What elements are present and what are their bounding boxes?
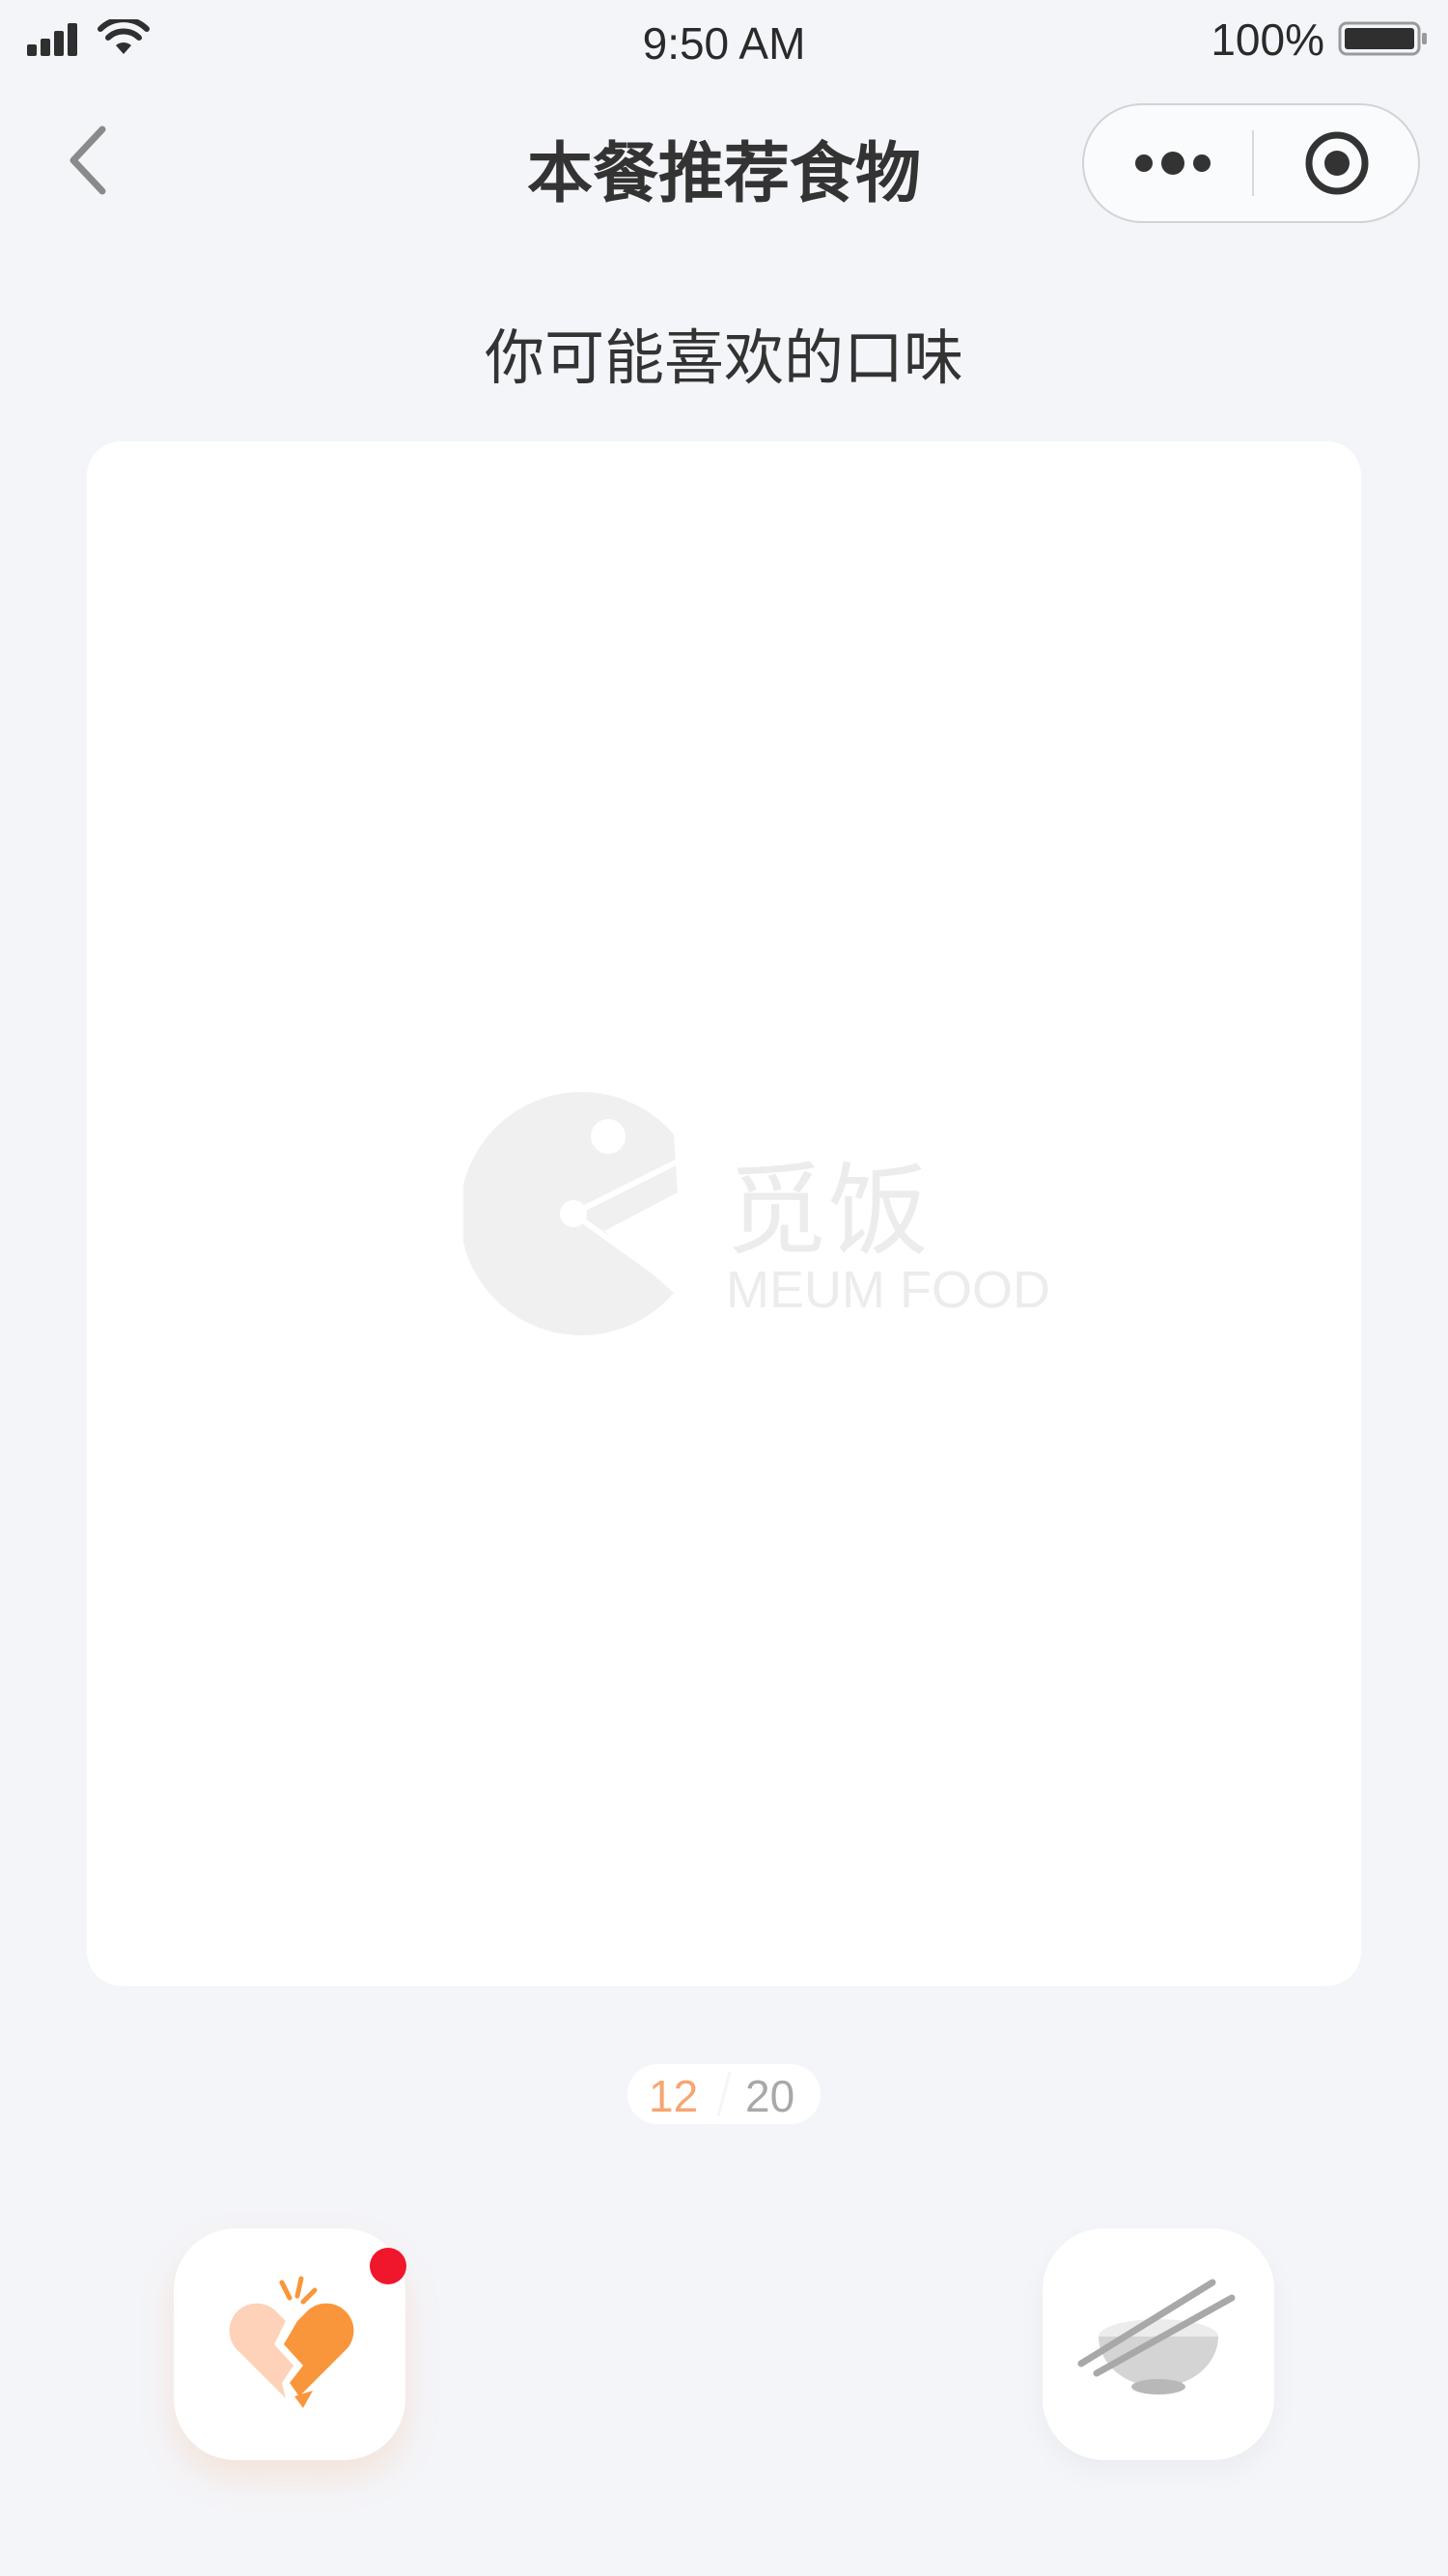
page-total: 20 xyxy=(745,2071,795,2121)
target-circle-icon xyxy=(1305,131,1369,195)
food-card[interactable]: 觅饭 MEUM FOOD xyxy=(87,441,1361,1986)
close-button[interactable] xyxy=(1254,105,1420,221)
placeholder-brand-en: MEUM FOOD xyxy=(726,1261,1050,1319)
page-indicator: 12 20 xyxy=(627,2064,821,2124)
eat-button[interactable] xyxy=(1043,2228,1274,2460)
more-dots-icon xyxy=(1135,152,1211,175)
mini-program-capsule xyxy=(1082,103,1420,223)
bowl-chopsticks-icon xyxy=(1077,2279,1236,2394)
slash-divider xyxy=(716,2071,732,2117)
nav-bar: 本餐推荐食物 xyxy=(0,87,1448,232)
app-root: 9:50 AM 100% 本餐推荐食物 你可能喜欢的口味 觅饭 MEUM FOO… xyxy=(0,0,1448,2576)
section-heading: 你可能喜欢的口味 xyxy=(484,322,963,393)
placeholder-brand-cn: 觅饭 xyxy=(726,1152,932,1270)
page-current: 12 xyxy=(649,2071,699,2121)
battery-percent: 100% xyxy=(1211,14,1324,65)
notification-badge xyxy=(370,2248,406,2284)
battery-icon xyxy=(1338,21,1427,56)
status-bar: 9:50 AM 100% xyxy=(0,0,1448,87)
more-button[interactable] xyxy=(1084,105,1252,221)
